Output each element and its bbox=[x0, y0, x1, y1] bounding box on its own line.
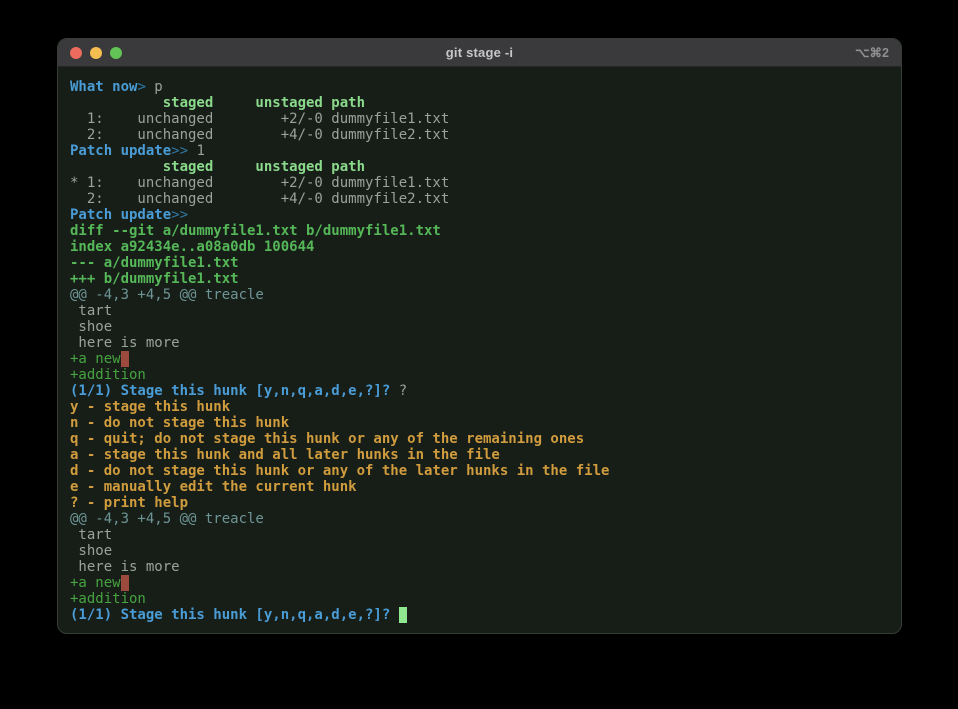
terminal-text: tart bbox=[70, 303, 112, 319]
terminal-text: ? bbox=[399, 383, 407, 399]
terminal-text: 2: unchanged +4/-0 dummyfile2.txt bbox=[70, 127, 449, 143]
trailing-whitespace-marker bbox=[121, 351, 129, 367]
terminal-cursor bbox=[399, 607, 407, 623]
terminal-line: (1/1) Stage this hunk [y,n,q,a,d,e,?]? ? bbox=[70, 383, 891, 399]
terminal-text: +++ b/dummyfile1.txt bbox=[70, 271, 239, 287]
terminal-text: >> bbox=[171, 207, 188, 223]
terminal-line: +a new bbox=[70, 575, 891, 591]
terminal-line: e - manually edit the current hunk bbox=[70, 479, 891, 495]
terminal-text: 2: unchanged +4/-0 dummyfile2.txt bbox=[70, 191, 449, 207]
terminal-line: * 1: unchanged +2/-0 dummyfile1.txt bbox=[70, 175, 891, 191]
terminal-text: d - do not stage this hunk or any of the… bbox=[70, 463, 609, 479]
terminal-line: 2: unchanged +4/-0 dummyfile2.txt bbox=[70, 191, 891, 207]
terminal-line: here is more bbox=[70, 335, 891, 351]
terminal-line: (1/1) Stage this hunk [y,n,q,a,d,e,?]? bbox=[70, 607, 891, 623]
terminal-window: git stage -i ⌥⌘2 What now> p staged unst… bbox=[57, 38, 902, 634]
terminal-line: +addition bbox=[70, 367, 891, 383]
terminal-line: +a new bbox=[70, 351, 891, 367]
terminal-line: ? - print help bbox=[70, 495, 891, 511]
terminal-text: p bbox=[146, 79, 163, 95]
terminal-text: q - quit; do not stage this hunk or any … bbox=[70, 431, 584, 447]
trailing-whitespace-marker bbox=[121, 575, 129, 591]
minimize-button[interactable] bbox=[90, 47, 102, 59]
terminal-text: staged unstaged path bbox=[70, 159, 365, 175]
window-shortcut-badge: ⌥⌘2 bbox=[855, 45, 889, 60]
terminal-output[interactable]: What now> p staged unstaged path 1: unch… bbox=[58, 67, 901, 633]
zoom-button[interactable] bbox=[110, 47, 122, 59]
terminal-text: here is more bbox=[70, 335, 180, 351]
terminal-text: >> bbox=[171, 143, 188, 159]
terminal-text: ? - print help bbox=[70, 495, 188, 511]
terminal-line: What now> p bbox=[70, 79, 891, 95]
terminal-line: d - do not stage this hunk or any of the… bbox=[70, 463, 891, 479]
terminal-text: y - stage this hunk bbox=[70, 399, 230, 415]
terminal-line: here is more bbox=[70, 559, 891, 575]
terminal-text: index a92434e..a08a0db 100644 bbox=[70, 239, 314, 255]
terminal-text: e - manually edit the current hunk bbox=[70, 479, 357, 495]
terminal-text: shoe bbox=[70, 319, 112, 335]
terminal-line: index a92434e..a08a0db 100644 bbox=[70, 239, 891, 255]
terminal-text: Patch update bbox=[70, 207, 171, 223]
terminal-text: --- a/dummyfile1.txt bbox=[70, 255, 239, 271]
terminal-line: Patch update>> bbox=[70, 207, 891, 223]
terminal-text: +a new bbox=[70, 351, 121, 367]
terminal-text: Patch update bbox=[70, 143, 171, 159]
window-title: git stage -i bbox=[58, 45, 901, 60]
terminal-text: staged unstaged path bbox=[70, 95, 365, 111]
terminal-line: tart bbox=[70, 527, 891, 543]
terminal-text: @@ -4,3 +4,5 @@ treacle bbox=[70, 511, 264, 527]
terminal-line: Patch update>> 1 bbox=[70, 143, 891, 159]
terminal-text: +addition bbox=[70, 591, 146, 607]
traffic-lights bbox=[58, 47, 122, 59]
terminal-text: (1/1) Stage this hunk [y,n,q,a,d,e,?]? bbox=[70, 607, 399, 623]
terminal-line: a - stage this hunk and all later hunks … bbox=[70, 447, 891, 463]
terminal-text: 1: unchanged +2/-0 dummyfile1.txt bbox=[70, 111, 449, 127]
close-button[interactable] bbox=[70, 47, 82, 59]
terminal-line: --- a/dummyfile1.txt bbox=[70, 255, 891, 271]
terminal-line: n - do not stage this hunk bbox=[70, 415, 891, 431]
terminal-line: diff --git a/dummyfile1.txt b/dummyfile1… bbox=[70, 223, 891, 239]
terminal-line: shoe bbox=[70, 319, 891, 335]
terminal-text: * 1: unchanged +2/-0 dummyfile1.txt bbox=[70, 175, 449, 191]
terminal-text: What now bbox=[70, 79, 137, 95]
terminal-line: y - stage this hunk bbox=[70, 399, 891, 415]
terminal-line: 1: unchanged +2/-0 dummyfile1.txt bbox=[70, 111, 891, 127]
terminal-line: q - quit; do not stage this hunk or any … bbox=[70, 431, 891, 447]
terminal-line: 2: unchanged +4/-0 dummyfile2.txt bbox=[70, 127, 891, 143]
terminal-line: staged unstaged path bbox=[70, 159, 891, 175]
terminal-text: +a new bbox=[70, 575, 121, 591]
terminal-text: a - stage this hunk and all later hunks … bbox=[70, 447, 500, 463]
terminal-line: tart bbox=[70, 303, 891, 319]
terminal-text: n - do not stage this hunk bbox=[70, 415, 289, 431]
terminal-text: tart bbox=[70, 527, 112, 543]
terminal-line: @@ -4,3 +4,5 @@ treacle bbox=[70, 511, 891, 527]
terminal-text: 1 bbox=[188, 143, 205, 159]
terminal-text: (1/1) Stage this hunk [y,n,q,a,d,e,?]? bbox=[70, 383, 399, 399]
terminal-text: diff --git a/dummyfile1.txt b/dummyfile1… bbox=[70, 223, 441, 239]
terminal-text: > bbox=[137, 79, 145, 95]
terminal-text: shoe bbox=[70, 543, 112, 559]
terminal-text: @@ -4,3 +4,5 @@ treacle bbox=[70, 287, 264, 303]
terminal-line: +++ b/dummyfile1.txt bbox=[70, 271, 891, 287]
terminal-line: shoe bbox=[70, 543, 891, 559]
terminal-line: @@ -4,3 +4,5 @@ treacle bbox=[70, 287, 891, 303]
title-bar[interactable]: git stage -i ⌥⌘2 bbox=[58, 39, 901, 67]
terminal-line: staged unstaged path bbox=[70, 95, 891, 111]
terminal-line: +addition bbox=[70, 591, 891, 607]
terminal-text: here is more bbox=[70, 559, 180, 575]
terminal-text: +addition bbox=[70, 367, 146, 383]
